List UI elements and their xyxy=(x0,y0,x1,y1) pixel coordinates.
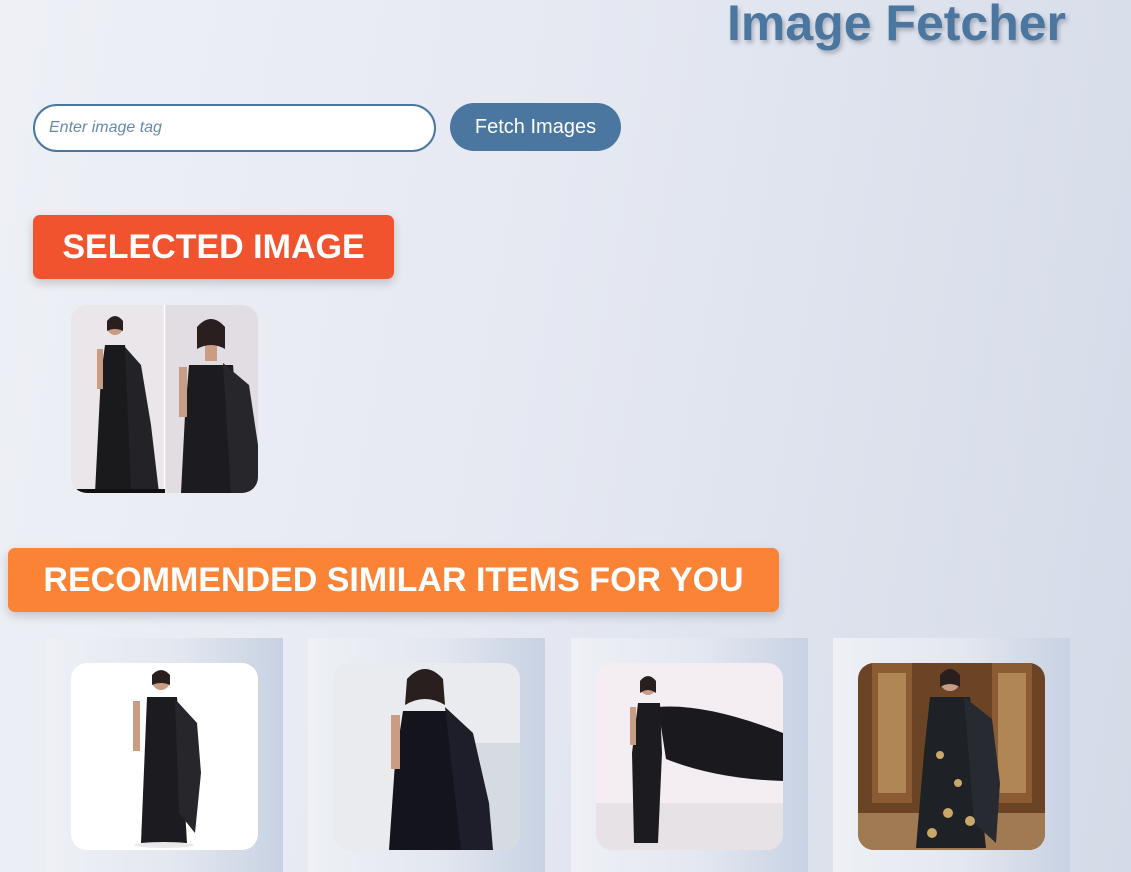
recommended-items-heading: RECOMMENDED SIMILAR ITEMS FOR YOU xyxy=(8,548,779,612)
saree-photo-icon xyxy=(596,663,783,850)
selected-image-heading: SELECTED IMAGE xyxy=(33,215,394,279)
recommended-item-card[interactable] xyxy=(46,638,283,872)
fetch-images-button[interactable]: Fetch Images xyxy=(450,103,621,151)
selected-image[interactable] xyxy=(71,305,258,493)
saree-photo-icon xyxy=(333,663,520,850)
app-title: Image Fetcher xyxy=(727,0,1067,51)
recommended-item-card[interactable] xyxy=(833,638,1070,872)
recommended-item-image[interactable] xyxy=(858,663,1045,850)
saree-photo-icon xyxy=(71,305,258,493)
recommended-item-image[interactable] xyxy=(71,663,258,850)
recommended-item-card[interactable] xyxy=(308,638,545,872)
recommended-item-image[interactable] xyxy=(333,663,520,850)
recommended-item-card[interactable] xyxy=(571,638,808,872)
image-tag-input[interactable] xyxy=(33,104,436,152)
saree-photo-icon xyxy=(858,663,1045,850)
saree-photo-icon xyxy=(71,663,258,850)
recommended-item-image[interactable] xyxy=(596,663,783,850)
